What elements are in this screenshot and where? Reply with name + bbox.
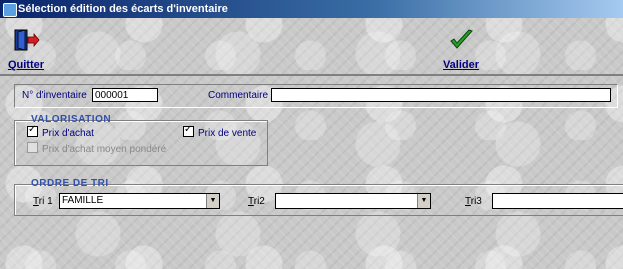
main-window: Sélection édition des écarts d'inventair… <box>0 0 623 269</box>
validate-label: Valider <box>442 59 480 71</box>
sort2-select[interactable]: ▼ <box>275 193 431 209</box>
chevron-down-icon[interactable]: ▼ <box>206 194 219 208</box>
inventory-number-label: N° d'inventaire <box>22 90 87 101</box>
title-bar: Sélection édition des écarts d'inventair… <box>0 0 623 18</box>
comment-field[interactable] <box>271 88 611 102</box>
quit-button[interactable]: Quitter <box>6 28 46 71</box>
quit-label: Quitter <box>7 59 45 71</box>
sort1-label-rest: ri 1 <box>38 196 53 207</box>
sort3-label: Tri3 <box>465 196 482 207</box>
sort-order-group: ORDRE DE TRI Tri 1 FAMILLE ▼ Tri2 ▼ Tri3 <box>14 178 623 216</box>
weighted-average-price-label: Prix d'achat moyen pondéré <box>42 144 167 155</box>
inventory-panel: N° d'inventaire 000001 Commentaire : <box>14 84 618 108</box>
validate-button[interactable]: Valider <box>436 28 486 71</box>
sort1-label: Tri 1 <box>33 196 53 207</box>
checkbox-box <box>183 124 194 137</box>
sale-price-checkbox[interactable]: Prix de vente <box>183 124 257 139</box>
window-title: Sélection édition des écarts d'inventair… <box>18 3 228 15</box>
sort1-select[interactable]: FAMILLE ▼ <box>59 193 220 209</box>
checkbox-box <box>27 142 38 153</box>
purchase-price-label: Prix d'achat <box>42 128 94 139</box>
sort2-label: Tri2 <box>248 196 265 207</box>
exit-door-icon <box>14 29 40 51</box>
valorisation-title: VALORISATION <box>31 114 112 125</box>
weighted-average-price-checkbox[interactable]: Prix d'achat moyen pondéré <box>27 142 166 155</box>
valorisation-group: VALORISATION Prix d'achat Prix de vente … <box>14 114 268 166</box>
comment-label: Commentaire : <box>208 90 274 101</box>
sale-price-label: Prix de vente <box>198 128 257 139</box>
sort1-value: FAMILLE <box>62 195 104 206</box>
purchase-price-checkbox[interactable]: Prix d'achat <box>27 124 94 139</box>
checkmark-icon <box>450 29 473 49</box>
sort-order-title: ORDRE DE TRI <box>31 178 109 189</box>
sort3-select[interactable] <box>492 193 623 209</box>
sort2-label-rest: ri2 <box>253 196 265 207</box>
toolbar: Quitter Valider <box>0 18 623 76</box>
app-icon <box>3 3 17 17</box>
sort3-label-rest: ri3 <box>470 196 482 207</box>
chevron-down-icon[interactable]: ▼ <box>417 194 430 208</box>
inventory-number-field[interactable]: 000001 <box>92 88 158 102</box>
checkbox-box <box>27 124 38 137</box>
